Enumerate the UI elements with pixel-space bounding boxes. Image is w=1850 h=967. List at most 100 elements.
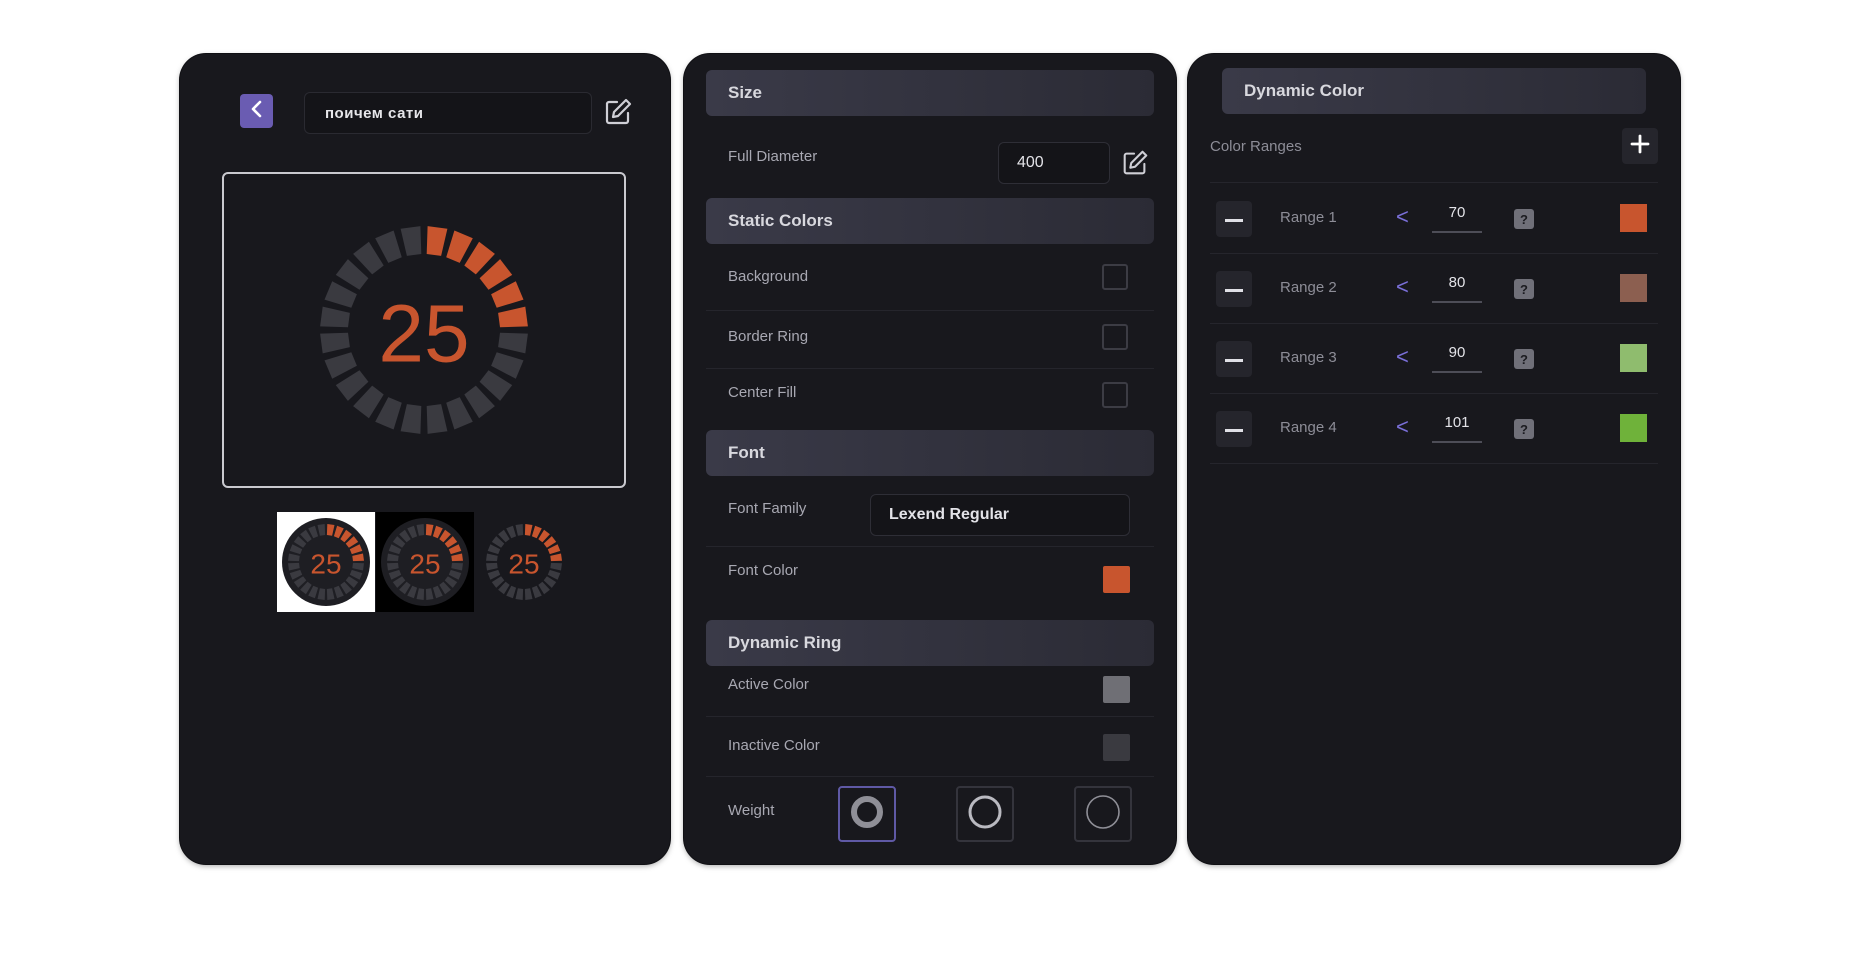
size-section-header[interactable]: Size [706,70,1154,116]
dynamic-color-panel: Dynamic Color Color Ranges Range 1 < 70 … [1188,54,1680,864]
range-color-swatch[interactable] [1620,344,1647,372]
active-color-label: Active Color [728,676,809,693]
gauge-name-value: поичем сати [325,104,424,122]
divider [706,716,1154,717]
full-diameter-input[interactable]: 400 [998,142,1110,184]
help-icon[interactable]: ? [1514,419,1534,439]
weight-thin-button[interactable] [1074,786,1132,842]
edit-diameter-icon[interactable] [1120,148,1150,178]
variant-value: 25 [310,549,341,580]
range-label: Range 1 [1280,209,1337,226]
gauge-segment-inactive [426,404,448,434]
font-color-swatch[interactable] [1103,566,1130,593]
divider [1210,463,1658,464]
gauge-segment-inactive [550,562,562,571]
border-ring-label: Border Ring [728,328,809,345]
size-section-title: Size [728,83,763,102]
gauge-name-field[interactable]: поичем сати [304,92,592,134]
ring-thin-icon [1083,792,1123,837]
gauge-value: 25 [378,289,469,380]
range-row: Range 3 < 90 ? [1210,324,1658,394]
help-icon[interactable]: ? [1514,349,1534,369]
gauge-segment-inactive [324,281,357,308]
gauge-segment-active [524,524,533,536]
minus-icon [1225,280,1243,298]
remove-range-button[interactable] [1216,411,1252,447]
add-range-button[interactable] [1622,128,1658,164]
remove-range-button[interactable] [1216,201,1252,237]
gauge-segment-inactive [515,588,524,600]
variant-dark[interactable]: 25 [376,512,474,612]
dynamic-ring-title: Dynamic Ring [728,633,842,652]
divider [706,310,1154,311]
range-threshold-input[interactable]: 90 [1432,339,1482,373]
gauge-segment-active [491,281,524,308]
weight-label: Weight [728,802,775,819]
range-color-swatch[interactable] [1620,274,1647,302]
dynamic-color-title: Dynamic Color [1244,81,1364,100]
range-threshold-input[interactable]: 80 [1432,269,1482,303]
preview-panel: поичем сати 25 25 25 25 [180,54,670,864]
ring-medium-icon [965,792,1005,837]
range-color-swatch[interactable] [1620,414,1647,442]
font-family-value: Lexend Regular [889,506,1010,523]
less-than-operator: < [1396,344,1409,369]
background-color-toggle[interactable] [1102,264,1128,290]
weight-medium-button[interactable] [956,786,1014,842]
gauge-segment-inactive [486,553,498,562]
dynamic-color-header[interactable]: Dynamic Color [1222,68,1646,114]
weight-thick-button[interactable] [838,786,896,842]
plus-icon [1630,134,1650,159]
minus-icon [1225,350,1243,368]
gauge-segment-inactive [486,562,498,571]
range-color-swatch[interactable] [1620,204,1647,232]
background-label: Background [728,268,809,285]
static-colors-title: Static Colors [728,211,833,230]
gauge-segment-inactive [375,397,402,430]
inactive-color-swatch[interactable] [1103,734,1130,761]
variant-transparent[interactable]: 25 [475,512,573,612]
font-color-label: Font Color [728,562,799,579]
gauge-segment-inactive [524,588,533,600]
inactive-color-label: Inactive Color [728,737,820,754]
font-family-label: Font Family [728,500,807,517]
range-threshold-input[interactable]: 101 [1432,409,1482,443]
range-threshold-input[interactable]: 70 [1432,199,1482,233]
range-row: Range 4 < 101 ? [1210,394,1658,464]
minus-icon [1225,210,1243,228]
border-ring-color-toggle[interactable] [1102,324,1128,350]
gauge-segment-active [498,306,528,328]
range-label: Range 2 [1280,279,1337,296]
gauge-segment-inactive [320,332,350,354]
divider [706,546,1154,547]
less-than-operator: < [1396,414,1409,439]
divider [706,776,1154,777]
gauge-segment-inactive [400,226,422,256]
variant-light[interactable]: 25 [277,512,375,612]
static-colors-header[interactable]: Static Colors [706,198,1154,244]
back-button[interactable] [240,94,273,128]
font-family-input[interactable]: Lexend Regular [870,494,1130,536]
less-than-operator: < [1396,204,1409,229]
remove-range-button[interactable] [1216,271,1252,307]
font-section-header[interactable]: Font [706,430,1154,476]
minus-icon [1225,420,1243,438]
help-icon[interactable]: ? [1514,209,1534,229]
dynamic-ring-header[interactable]: Dynamic Ring [706,620,1154,666]
center-fill-color-toggle[interactable] [1102,382,1128,408]
remove-range-button[interactable] [1216,341,1252,377]
gauge-segment-active [426,226,448,256]
edit-name-icon[interactable] [602,96,634,128]
variant-value: 25 [409,549,440,580]
gauge-segment-active [446,230,473,263]
gauge-segment-inactive [400,404,422,434]
center-fill-label: Center Fill [728,384,797,401]
gauge-segment-inactive [515,524,524,536]
range-row: Range 2 < 80 ? [1210,254,1658,324]
divider [706,368,1154,369]
help-icon[interactable]: ? [1514,279,1534,299]
gauge-ring-large: 25 [320,226,528,434]
active-color-swatch[interactable] [1103,676,1130,703]
full-diameter-label: Full Diameter [728,148,818,165]
range-label: Range 3 [1280,349,1337,366]
